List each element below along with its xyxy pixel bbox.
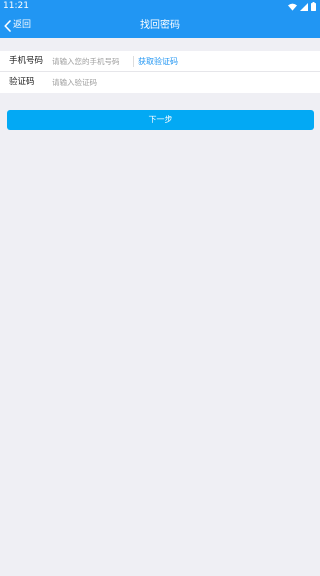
app-bar: 找回密码 返回: [0, 13, 320, 38]
status-time: 11:21: [3, 1, 29, 11]
back-button[interactable]: 返回: [4, 17, 31, 34]
phone-input[interactable]: [50, 54, 134, 69]
code-row: 验证码: [0, 72, 320, 93]
wifi-icon: [288, 3, 297, 11]
back-label: 返回: [13, 20, 32, 30]
page-title: 找回密码: [140, 20, 180, 31]
battery-icon: [311, 2, 316, 11]
reset-password-form: 手机号码 获取验证码 验证码: [0, 51, 320, 93]
phone-row: 手机号码 获取验证码: [0, 51, 320, 72]
next-button[interactable]: 下一步: [7, 110, 314, 130]
get-code-button[interactable]: 获取验证码: [138, 51, 178, 72]
code-label: 验证码: [9, 77, 35, 87]
phone-label: 手机号码: [9, 56, 44, 66]
code-input[interactable]: [50, 75, 254, 90]
signal-icon: [300, 2, 308, 11]
status-icons: [288, 2, 316, 11]
vertical-divider: [133, 56, 134, 67]
status-bar: 11:21: [0, 0, 320, 13]
chevron-left-icon: [4, 19, 11, 32]
